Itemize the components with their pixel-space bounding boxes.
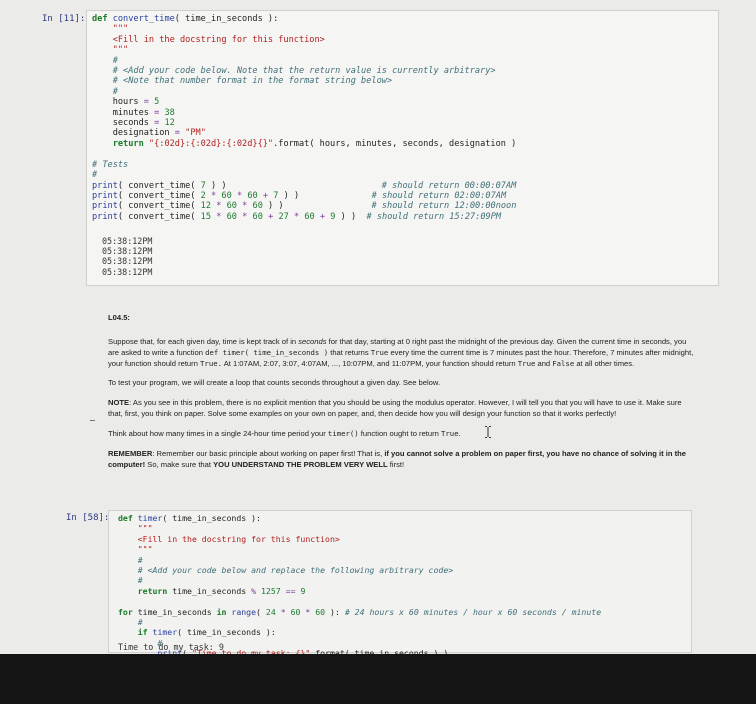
markdown-cell: L04.5: Suppose that, for each given day,… <box>108 312 698 470</box>
cell1-code-line: # <box>92 86 118 97</box>
cell2-code-line: """ <box>118 544 153 555</box>
cell2-code-line: if timer( time_in_seconds ): <box>137 627 276 638</box>
monitor-bezel <box>0 654 756 704</box>
cell1-code-line: print( convert_time( 7 ) ) # should retu… <box>92 180 517 191</box>
cell1-code-line: """ <box>92 45 129 56</box>
remember-note: REMEMBER: Remember our basic principle a… <box>108 449 687 469</box>
cell1-code-line: # Tests <box>92 159 129 170</box>
cell1-code-line: minutes = 38 <box>92 107 175 118</box>
cell1-code-editor[interactable]: def convert_time( time_in_seconds ): """… <box>92 14 516 222</box>
cell1-code-line: hours = 5 <box>92 97 160 108</box>
cell1-code-line: # <Note that number format in the format… <box>92 76 393 87</box>
cell2-prompt: In [58]: <box>66 513 110 523</box>
cell1-code-line: print( convert_time( 12 * 60 * 60 ) ) # … <box>92 201 517 212</box>
cell2-code-editor[interactable]: def timer( time_in_seconds ): """ <Fill … <box>118 513 601 659</box>
section-heading: L04.5: <box>108 313 130 322</box>
output-line: 05:38:12PM <box>102 246 153 257</box>
cell1-code-line: def convert_time( time_in_seconds ): <box>92 14 279 24</box>
cell1-code-line: seconds = 12 <box>92 118 175 129</box>
cell1-code-line: designation = "PM" <box>92 128 206 139</box>
cell1-code-line: <Fill in the docstring for this function… <box>92 34 325 45</box>
cell1-code-line: # <box>92 170 98 181</box>
problem-description: Suppose that, for each given day, time i… <box>108 337 694 368</box>
cell1-prompt: In [11]: <box>42 14 86 24</box>
cell1-code-line <box>92 149 516 159</box>
cell2-code-line: def timer( time_in_seconds ): <box>118 513 261 523</box>
cell2-code-line: # <Add your code below and replace the f… <box>118 565 454 576</box>
cell1-code-line: # <Add your code below. Note that the re… <box>92 66 496 77</box>
modulus-note: NOTE: As you see in this problem, there … <box>108 398 682 418</box>
output-line: 05:38:12PM <box>102 256 153 267</box>
cell1-code-line: # <box>92 55 118 66</box>
cell2-code-line: # <box>118 575 143 586</box>
cell2-code-line: """ <box>118 523 153 534</box>
cell2-code-line: return time_in_seconds % 1257 == 9 <box>137 585 306 596</box>
cell2-code-line: <Fill in the docstring for this function… <box>118 533 340 544</box>
cell1-code-line: print( convert_time( 15 * 60 * 60 + 27 *… <box>92 211 502 222</box>
test-note: To test your program, we will create a l… <box>108 378 441 387</box>
cell1-output: 05:38:12PM 05:38:12PM 05:38:12PM 05:38:12PM <box>102 236 152 277</box>
cell2-output: Time to do my task: 9 <box>118 642 224 652</box>
cell1-code-line: return "{:02d}:{:02d}:{:02d}{}".format( … <box>112 138 517 149</box>
cell2-code-line: # <box>118 554 143 565</box>
output-line: 05:38:12PM <box>102 236 153 246</box>
output-line: 05:38:12PM <box>102 266 153 277</box>
dash-marker-icon <box>90 420 95 421</box>
cell1-code-line: print( convert_time( 2 * 60 * 60 + 7 ) )… <box>92 190 507 201</box>
cell2-code-line: for time_in_seconds in range( 24 * 60 * … <box>118 606 602 617</box>
output-line: Time to do my task: 9 <box>118 642 224 652</box>
think-note: Think about how many times in a single 2… <box>108 429 461 438</box>
cell2-code-line: # <box>118 617 143 628</box>
text-cursor-icon <box>485 426 491 438</box>
cell1-code-line: """ <box>92 24 129 35</box>
cell2-code-line <box>118 596 601 606</box>
